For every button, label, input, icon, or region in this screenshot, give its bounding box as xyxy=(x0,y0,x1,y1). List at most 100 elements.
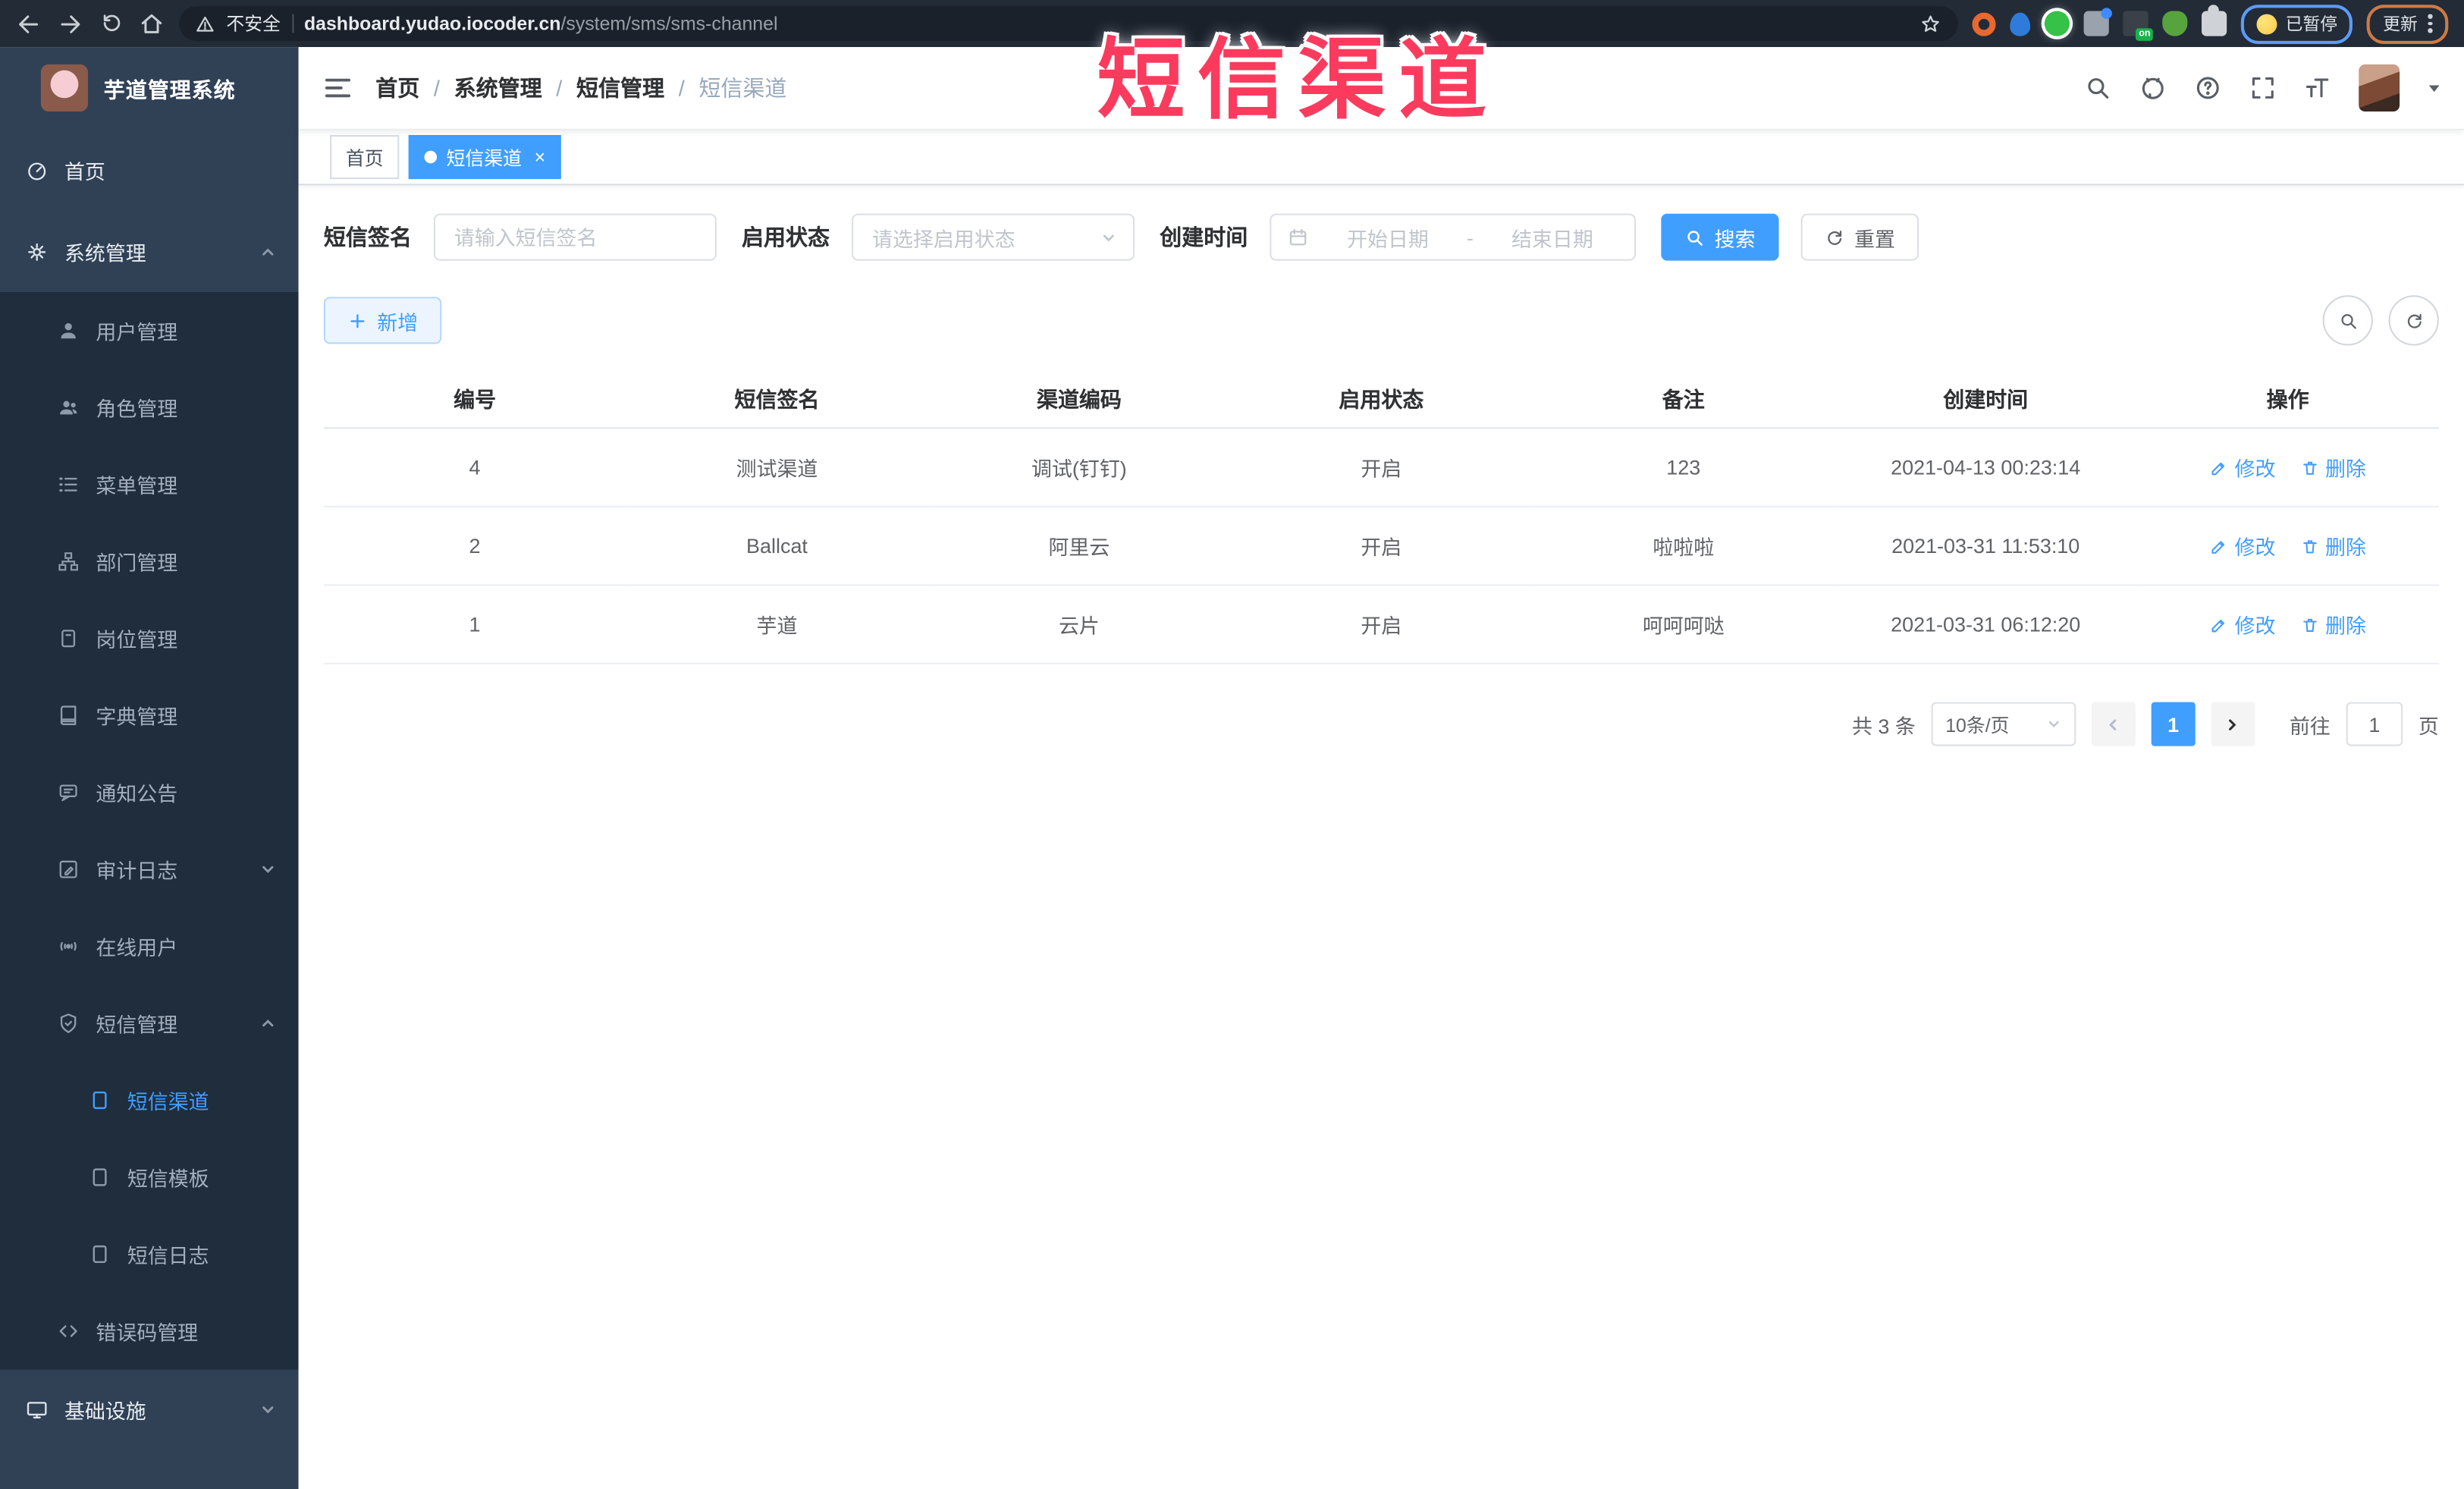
next-page-button[interactable] xyxy=(2211,702,2255,746)
browser-back-icon[interactable] xyxy=(16,10,42,36)
col-id: 编号 xyxy=(323,367,626,429)
sidebar-item-sms-log[interactable]: 短信日志 xyxy=(0,1216,299,1293)
trash-icon xyxy=(2300,536,2319,555)
goto-page-input[interactable] xyxy=(2346,702,2403,746)
toggle-search-button[interactable] xyxy=(2322,295,2373,346)
bookmark-star-icon[interactable] xyxy=(1919,12,1943,36)
page-unit-label: 页 xyxy=(2418,714,2439,738)
search-form: 短信签名 启用状态 请选择启用状态 创建时间 xyxy=(324,213,2439,261)
browser-reload-icon[interactable] xyxy=(97,10,124,36)
col-sign: 短信签名 xyxy=(626,367,928,429)
not-secure-warning-icon[interactable] xyxy=(195,14,215,34)
update-label: 更新 xyxy=(2383,15,2418,35)
gear-icon xyxy=(25,240,49,263)
sidebar-item-audit-log[interactable]: 审计日志 xyxy=(0,831,299,907)
hamburger-icon[interactable] xyxy=(322,72,353,103)
search-button[interactable]: 搜索 xyxy=(1661,213,1779,261)
document-icon xyxy=(88,1088,111,1112)
search-icon[interactable] xyxy=(2084,74,2112,102)
delete-link[interactable]: 删除 xyxy=(2300,531,2366,561)
sidebar-item-sms-template[interactable]: 短信模板 xyxy=(0,1139,299,1215)
search-icon xyxy=(1684,227,1705,247)
sidebar-item-dept-management[interactable]: 部门管理 xyxy=(0,523,299,600)
sidebar-item-home[interactable]: 首页 xyxy=(0,129,299,211)
url-text[interactable]: dashboard.yudao.iocoder.cn/system/sms/sm… xyxy=(304,13,778,35)
document-icon xyxy=(88,1165,111,1189)
app-logo-row[interactable]: 芋道管理系统 xyxy=(0,47,299,129)
sidebar-item-sms-channel[interactable]: 短信渠道 xyxy=(0,1062,299,1139)
sidebar-item-system-management[interactable]: 系统管理 xyxy=(0,210,299,292)
page-size-select[interactable]: 10条/页 xyxy=(1931,702,2076,746)
browser-home-icon[interactable] xyxy=(138,10,165,36)
browser-forward-icon[interactable] xyxy=(57,10,83,36)
status-label: 启用状态 xyxy=(742,225,830,250)
extension-icon-people[interactable] xyxy=(2084,8,2113,36)
page-number-current[interactable]: 1 xyxy=(2151,702,2196,746)
system-submenu: 用户管理 角色管理 菜单管理 部门管理 岗位管理 字典管理 通知公告 审计日志 … xyxy=(0,292,299,1370)
reset-button[interactable]: 重置 xyxy=(1800,213,1919,261)
security-label[interactable]: 不安全 xyxy=(226,11,280,36)
tab-close-icon[interactable]: × xyxy=(535,148,546,167)
sidebar-item-infrastructure[interactable]: 基础设施 xyxy=(0,1370,299,1449)
github-icon[interactable] xyxy=(2139,74,2167,102)
sidebar-item-post-management[interactable]: 岗位管理 xyxy=(0,600,299,677)
extension-icon-green[interactable] xyxy=(2045,11,2070,36)
delete-link[interactable]: 删除 xyxy=(2300,609,2366,639)
sidebar-item-dict-management[interactable]: 字典管理 xyxy=(0,677,299,753)
pagination: 共 3 条 10条/页 1 前往 1 页 xyxy=(324,702,2439,746)
page-content: 短信签名 启用状态 请选择启用状态 创建时间 xyxy=(298,185,2464,1489)
sidebar-item-menu-management[interactable]: 菜单管理 xyxy=(0,446,299,523)
app-frame: 芋道管理系统 首页 系统管理 用户管理 角色管理 菜单管理 部门管理 岗位管理 … xyxy=(0,47,2464,1489)
delete-link[interactable]: 删除 xyxy=(2300,452,2366,482)
user-icon xyxy=(57,319,80,342)
cell-created: 2021-03-31 11:53:10 xyxy=(1834,506,2137,586)
extension-icon-orange[interactable] xyxy=(1973,11,1997,36)
col-actions: 操作 xyxy=(2136,367,2439,429)
refresh-table-button[interactable] xyxy=(2388,295,2439,346)
sidebar-item-sms-management[interactable]: 短信管理 xyxy=(0,985,299,1061)
date-range-picker[interactable]: 开始日期 - 结束日期 xyxy=(1270,213,1637,261)
add-button[interactable]: 新增 xyxy=(323,297,442,344)
trash-icon xyxy=(2300,615,2319,634)
breadcrumb-item[interactable]: 短信管理 xyxy=(576,72,664,103)
paused-label: 已暂停 xyxy=(2285,15,2338,35)
fullscreen-icon[interactable] xyxy=(2249,74,2277,102)
browser-menu-icon[interactable] xyxy=(2428,14,2433,33)
overlay-annotation-title: 短信渠道 xyxy=(1097,30,1499,129)
sidebar-item-user-management[interactable]: 用户管理 xyxy=(0,292,299,369)
sidebar-item-online-users[interactable]: 在线用户 xyxy=(0,908,299,985)
status-select[interactable]: 请选择启用状态 xyxy=(852,213,1135,261)
menu-list-icon xyxy=(57,473,80,496)
profile-chip[interactable]: 已暂停 xyxy=(2241,4,2353,43)
breadcrumb-item-current: 短信渠道 xyxy=(698,75,787,101)
font-size-icon[interactable] xyxy=(2304,74,2332,102)
sidebar-item-label: 通知公告 xyxy=(96,782,178,806)
chevron-down-icon xyxy=(1100,228,1117,246)
extensions-puzzle-icon[interactable] xyxy=(2202,5,2228,36)
tab-home[interactable]: 首页 xyxy=(330,135,400,180)
edit-link[interactable]: 修改 xyxy=(2209,609,2275,639)
edit-link[interactable]: 修改 xyxy=(2209,531,2275,561)
extension-icon-creature[interactable] xyxy=(2163,11,2189,36)
calendar-icon xyxy=(1287,226,1309,248)
help-icon[interactable] xyxy=(2194,74,2222,102)
extension-icon-blue-drop[interactable] xyxy=(2010,11,2031,36)
breadcrumb-item[interactable]: 系统管理 xyxy=(454,72,542,103)
sidebar-item-notice[interactable]: 通知公告 xyxy=(0,754,299,831)
extension-icon-on-badge[interactable]: on xyxy=(2123,11,2154,41)
sidebar-item-role-management[interactable]: 角色管理 xyxy=(0,369,299,446)
sign-input[interactable] xyxy=(433,213,717,261)
sidebar-item-error-code[interactable]: 错误码管理 xyxy=(0,1293,299,1369)
tab-sms-channel[interactable]: 短信渠道 × xyxy=(408,135,561,180)
browser-update-button[interactable]: 更新 xyxy=(2367,4,2449,43)
breadcrumb-item[interactable]: 首页 xyxy=(375,72,419,103)
user-avatar[interactable] xyxy=(2359,64,2400,112)
app-logo xyxy=(40,64,89,112)
caret-down-icon[interactable] xyxy=(2426,80,2442,96)
search-icon xyxy=(2337,310,2358,331)
table-header-row: 编号 短信签名 渠道编码 启用状态 备注 创建时间 操作 xyxy=(323,367,2439,429)
prev-page-button[interactable] xyxy=(2091,702,2136,746)
table-row: 4 测试渠道 调试(钉钉) 开启 123 2021-04-13 00:23:14… xyxy=(323,428,2439,507)
edit-link[interactable]: 修改 xyxy=(2209,452,2275,482)
address-bar[interactable]: 不安全 dashboard.yudao.iocoder.cn/system/sm… xyxy=(179,6,1959,41)
